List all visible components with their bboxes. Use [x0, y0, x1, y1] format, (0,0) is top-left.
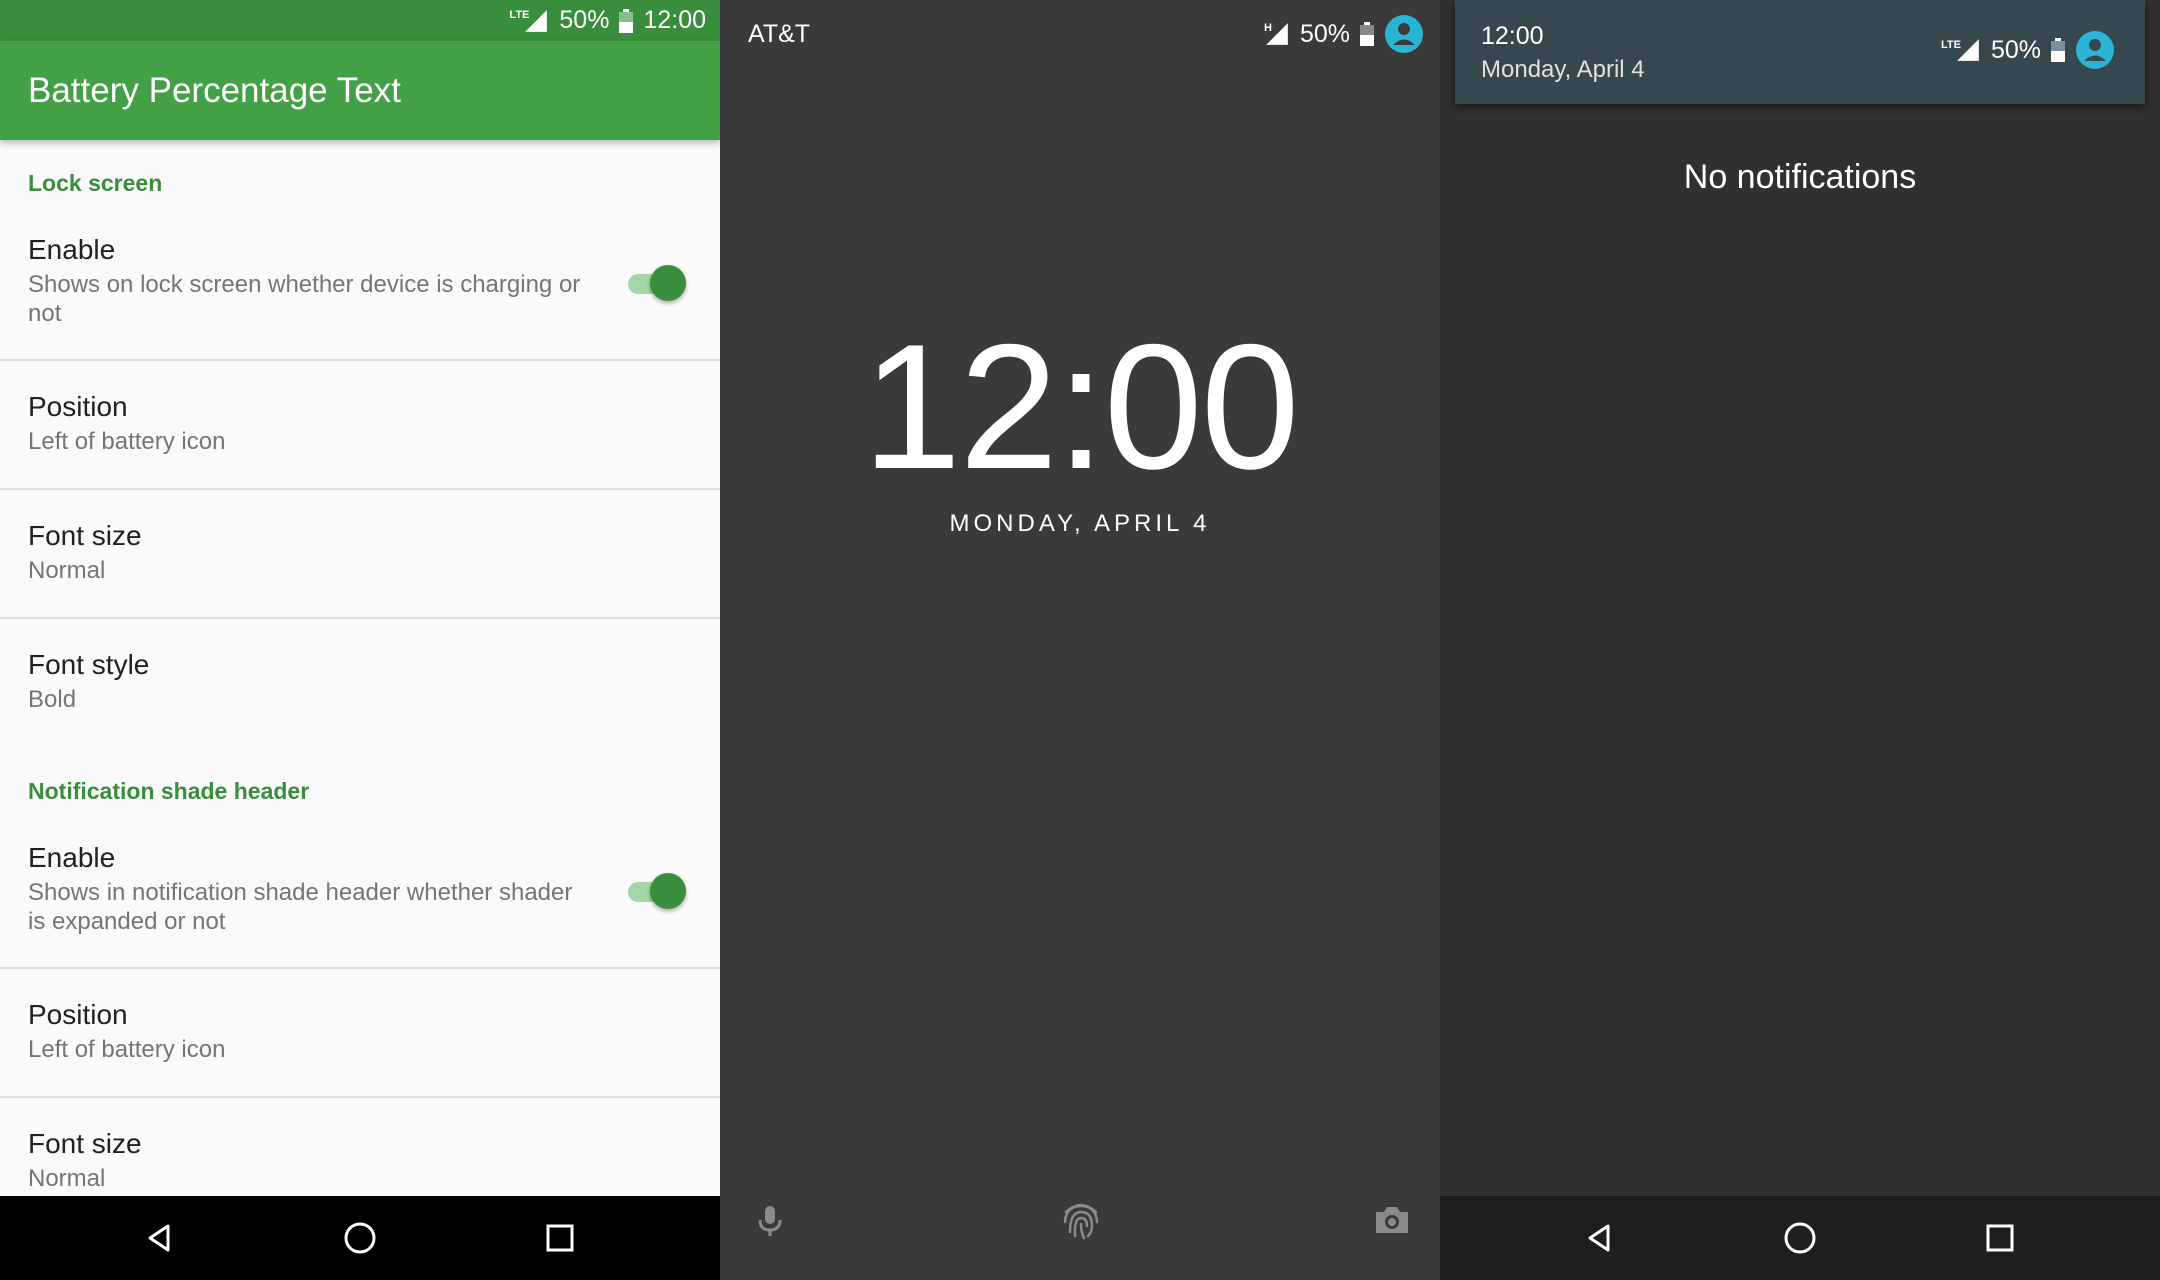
lockscreen-date: MONDAY, APRIL 4	[949, 510, 1211, 537]
battery-percent: 50%	[1990, 35, 2041, 64]
pref-title: Font size	[28, 1128, 142, 1159]
fingerprint-icon[interactable]	[1058, 1196, 1104, 1242]
lte-label: LTE	[1940, 38, 1961, 51]
pref-summary: Shows on lock screen whether device is c…	[28, 271, 581, 327]
pref-shade-enable[interactable]: Enable Shows in notification shade heade…	[0, 828, 720, 968]
notification-shade: 12:00 Monday, April 4 LTE 50% No notific…	[1440, 0, 2160, 1280]
shade-enable-toggle[interactable]	[628, 873, 686, 909]
pref-summary: Normal	[28, 1165, 106, 1192]
pref-title: Position	[28, 391, 128, 422]
pref-lockscreen-font-style[interactable]: Font style Bold	[0, 619, 720, 729]
pref-lockscreen-enable[interactable]: Enable Shows on lock screen whether devi…	[0, 220, 720, 360]
pref-title: Enable	[28, 234, 116, 265]
app-toolbar: Battery Percentage Text	[0, 41, 720, 140]
status-time: 12:00	[643, 6, 706, 34]
user-avatar-icon[interactable]	[1384, 14, 1424, 54]
shade-date: Monday, April 4	[1481, 56, 1645, 83]
camera-icon[interactable]	[1372, 1200, 1412, 1240]
pref-lockscreen-font-size[interactable]: Font size Normal	[0, 490, 720, 618]
back-icon[interactable]	[1580, 1218, 1620, 1258]
pref-title: Enable	[28, 842, 116, 873]
status-bar: LTE 50% 12:00	[0, 0, 720, 41]
shade-header[interactable]: 12:00 Monday, April 4 LTE 50%	[1455, 0, 2145, 104]
battery-icon	[619, 8, 634, 33]
lockscreen-enable-toggle[interactable]	[628, 265, 686, 301]
shade-time: 12:00	[1481, 22, 1544, 50]
status-bar: H 50%	[1264, 14, 1424, 54]
pref-summary: Left of battery icon	[28, 428, 226, 455]
battery-percent: 50%	[1299, 19, 1350, 48]
recents-icon[interactable]	[540, 1218, 580, 1258]
carrier-label: AT&T	[748, 20, 811, 48]
microphone-icon[interactable]	[750, 1200, 790, 1240]
page-title: Battery Percentage Text	[28, 71, 401, 110]
battery-icon	[2051, 38, 2065, 62]
pref-shade-font-size[interactable]: Font size Normal	[0, 1098, 720, 1198]
category-notification-shade: Notification shade header	[28, 778, 310, 804]
shade-status-icons: LTE 50%	[1941, 30, 2115, 70]
battery-icon	[1360, 22, 1374, 46]
pref-shade-position[interactable]: Position Left of battery icon	[0, 969, 720, 1097]
pref-summary: Bold	[28, 686, 77, 713]
home-icon[interactable]	[340, 1218, 380, 1258]
pref-summary: Left of battery icon	[28, 1036, 226, 1063]
battery-percent: 50%	[559, 6, 610, 34]
user-avatar-icon[interactable]	[2075, 30, 2115, 70]
lock-screen: AT&T H 50% 12:00 MONDAY, APRIL 4	[720, 0, 1440, 1280]
network-type-label: H	[1264, 22, 1272, 34]
pref-summary: Normal	[28, 557, 106, 584]
navigation-bar	[0, 1196, 720, 1280]
recents-icon[interactable]	[1980, 1218, 2020, 1258]
back-icon[interactable]	[140, 1218, 180, 1258]
empty-notifications-message: No notifications	[1683, 158, 1917, 196]
pref-title: Font style	[28, 649, 150, 680]
pref-title: Position	[28, 999, 128, 1030]
pref-summary: Shows in notification shade header wheth…	[28, 879, 573, 935]
pref-lockscreen-position[interactable]: Position Left of battery icon	[0, 361, 720, 489]
navigation-bar	[1440, 1196, 2160, 1280]
home-icon[interactable]	[1780, 1218, 1820, 1258]
settings-screen: LTE 50% 12:00 Battery Percentage Text Lo…	[0, 0, 720, 1280]
pref-title: Font size	[28, 520, 142, 551]
lockscreen-clock: 12:00	[862, 307, 1299, 506]
category-lock-screen: Lock screen	[28, 170, 163, 196]
lte-label: LTE	[509, 9, 530, 21]
